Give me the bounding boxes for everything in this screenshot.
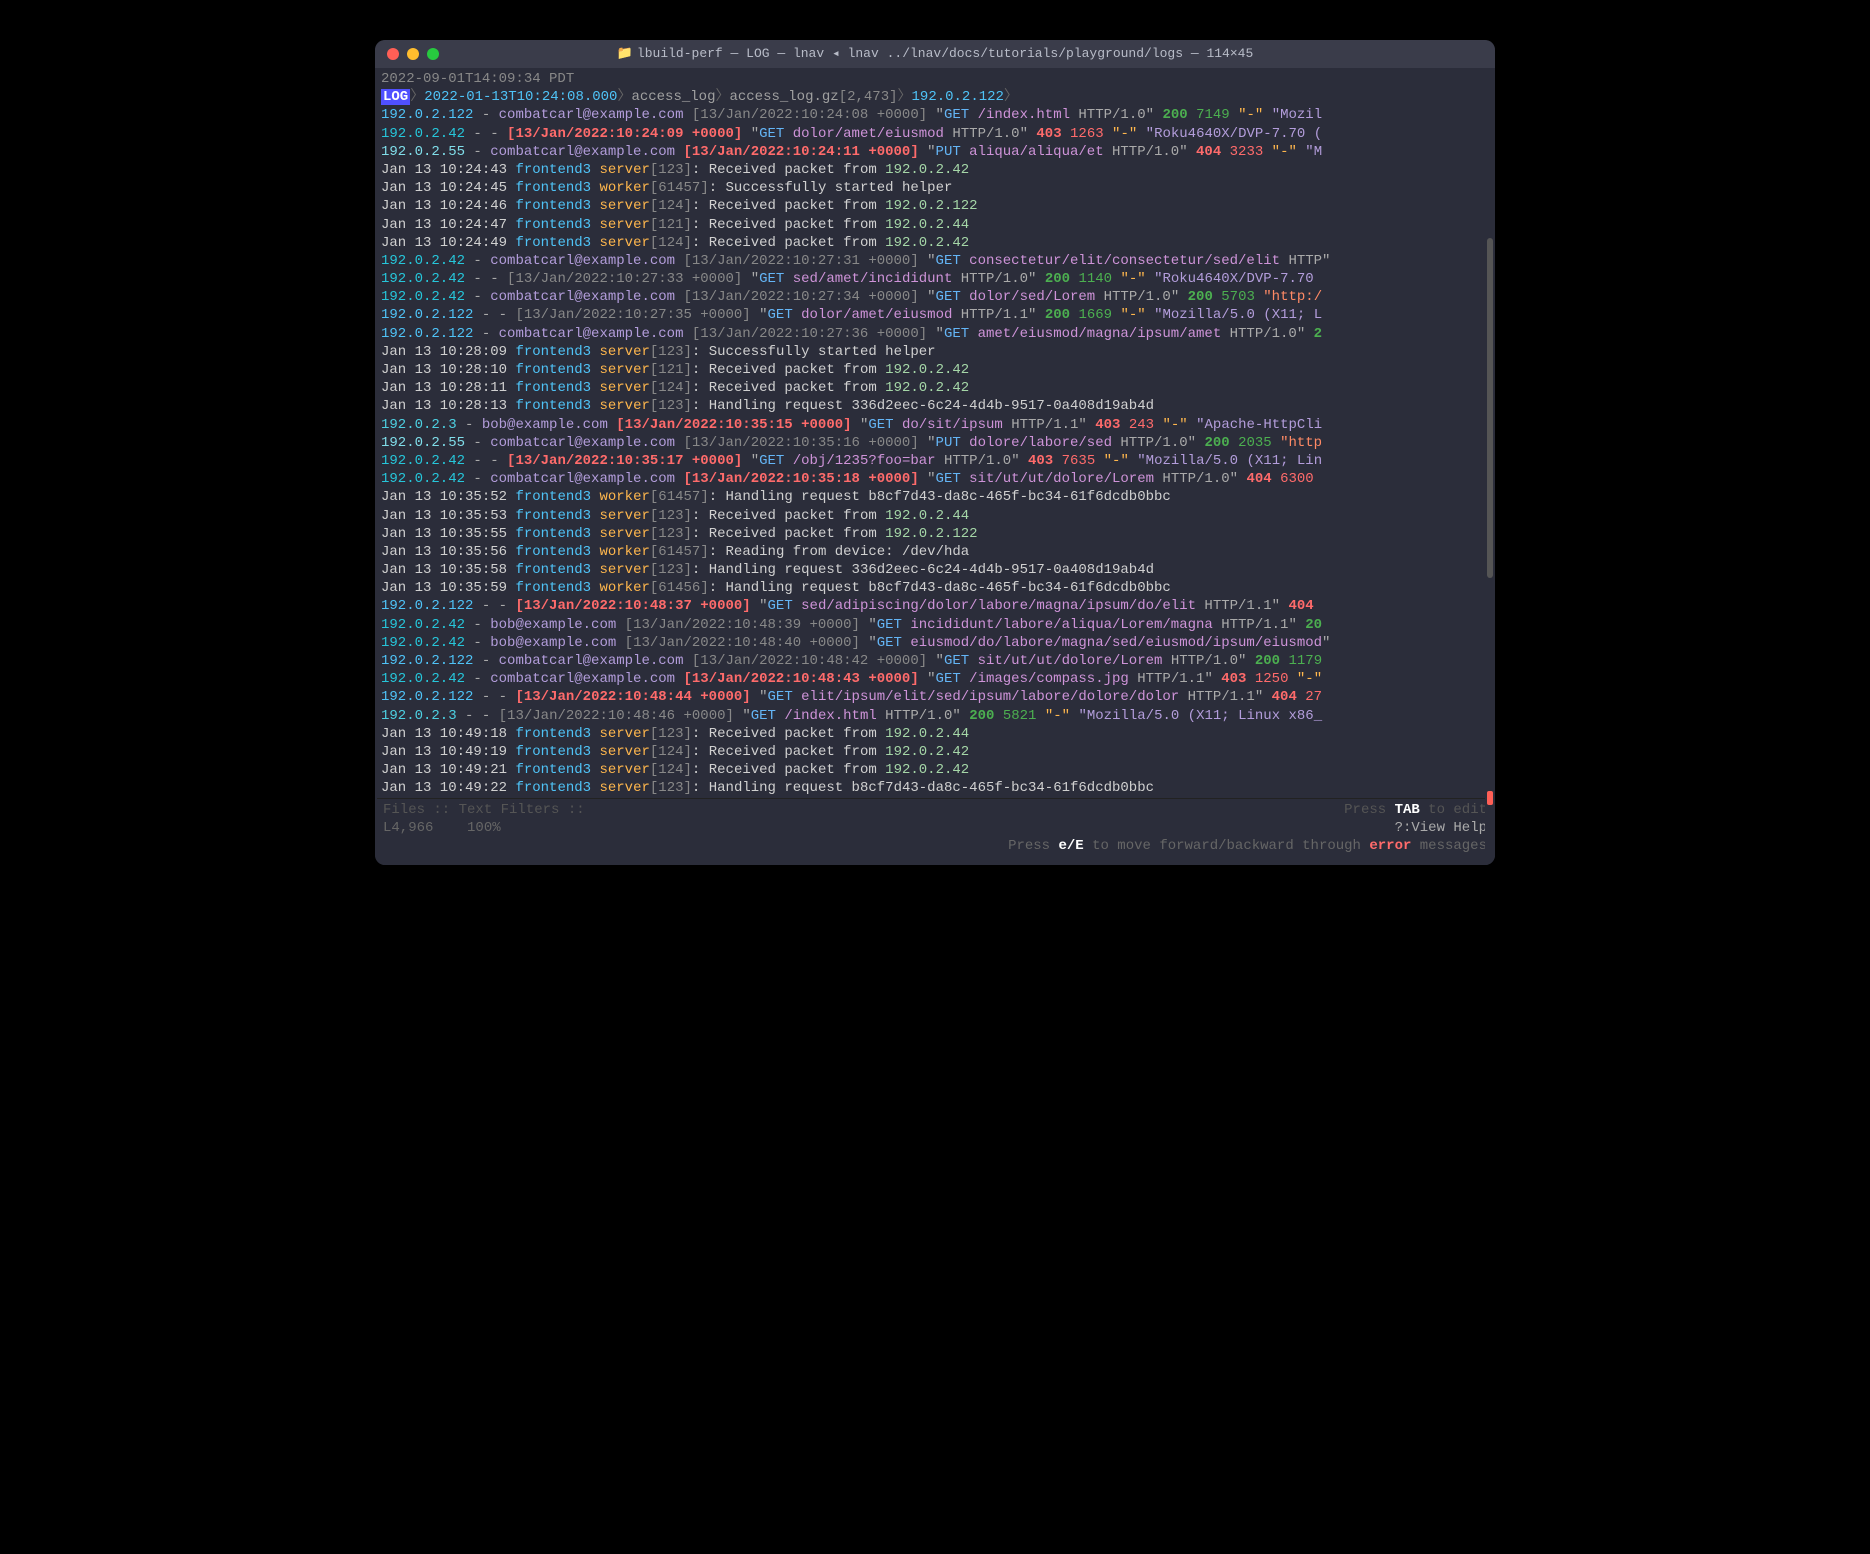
log-line[interactable]: 192.0.2.3 - - [13/Jan/2022:10:48:46 +000… [377, 707, 1493, 725]
log-line[interactable]: Jan 13 10:49:19 frontend3 server[124]: R… [377, 743, 1493, 761]
log-line[interactable]: Jan 13 10:35:59 frontend3 worker[61456]:… [377, 579, 1493, 597]
log-line[interactable]: 192.0.2.122 - combatcarl@example.com [13… [377, 325, 1493, 343]
log-line[interactable]: 192.0.2.42 - bob@example.com [13/Jan/202… [377, 634, 1493, 652]
log-line[interactable]: Jan 13 10:24:45 frontend3 worker[61457]:… [377, 179, 1493, 197]
error-marker [1487, 791, 1493, 805]
footer: Files :: Text Filters :: Press TAB to ed… [377, 798, 1493, 858]
log-line[interactable]: Jan 13 10:28:11 frontend3 server[124]: R… [377, 379, 1493, 397]
scrollbar-gutter [1485, 68, 1495, 865]
log-line[interactable]: Jan 13 10:28:09 frontend3 server[123]: S… [377, 343, 1493, 361]
traffic-lights [387, 48, 439, 60]
help-hint: ?:View Help [1395, 819, 1487, 837]
log-line[interactable]: Jan 13 10:49:21 frontend3 server[124]: R… [377, 761, 1493, 779]
log-viewport[interactable]: 192.0.2.122 - combatcarl@example.com [13… [377, 106, 1493, 797]
log-line[interactable]: 192.0.2.122 - - [13/Jan/2022:10:48:37 +0… [377, 597, 1493, 615]
terminal-body[interactable]: 2022-09-01T14:09:34 PDT LOG〉2022-01-13T1… [375, 68, 1495, 865]
log-line[interactable]: Jan 13 10:24:49 frontend3 server[124]: R… [377, 234, 1493, 252]
log-line[interactable]: Jan 13 10:49:18 frontend3 server[123]: R… [377, 725, 1493, 743]
log-line[interactable]: 192.0.2.55 - combatcarl@example.com [13/… [377, 143, 1493, 161]
log-line[interactable]: 192.0.2.122 - combatcarl@example.com [13… [377, 652, 1493, 670]
scrollbar-thumb[interactable] [1487, 238, 1493, 578]
log-line[interactable]: 192.0.2.55 - combatcarl@example.com [13/… [377, 434, 1493, 452]
log-line[interactable]: 192.0.2.122 - - [13/Jan/2022:10:48:44 +0… [377, 688, 1493, 706]
log-line[interactable]: Jan 13 10:35:58 frontend3 server[123]: H… [377, 561, 1493, 579]
log-line[interactable]: 192.0.2.42 - - [13/Jan/2022:10:27:33 +00… [377, 270, 1493, 288]
log-line[interactable]: 192.0.2.42 - - [13/Jan/2022:10:35:17 +00… [377, 452, 1493, 470]
log-line[interactable]: Jan 13 10:35:55 frontend3 server[123]: R… [377, 525, 1493, 543]
zoom-icon[interactable] [427, 48, 439, 60]
log-line[interactable]: 192.0.2.42 - combatcarl@example.com [13/… [377, 670, 1493, 688]
log-line[interactable]: 192.0.2.42 - - [13/Jan/2022:10:24:09 +00… [377, 125, 1493, 143]
log-line[interactable]: 192.0.2.42 - combatcarl@example.com [13/… [377, 288, 1493, 306]
folder-icon: 📁 [617, 46, 633, 61]
log-line[interactable]: 192.0.2.42 - combatcarl@example.com [13/… [377, 252, 1493, 270]
log-line[interactable]: Jan 13 10:49:22 frontend3 server[123]: H… [377, 779, 1493, 797]
breadcrumb-ts[interactable]: 2022-01-13T10:24:08.000 [424, 89, 617, 105]
filters-label[interactable]: Files :: Text Filters :: [383, 801, 585, 819]
log-line[interactable]: 192.0.2.42 - bob@example.com [13/Jan/202… [377, 616, 1493, 634]
log-line[interactable]: 192.0.2.3 - bob@example.com [13/Jan/2022… [377, 416, 1493, 434]
breadcrumb[interactable]: LOG〉2022-01-13T10:24:08.000〉access_log〉a… [377, 88, 1493, 106]
titlebar[interactable]: 📁lbuild-perf — LOG — lnav ◂ lnav ../lnav… [375, 40, 1495, 68]
breadcrumb-gz[interactable]: access_log.gz [729, 89, 838, 105]
log-line[interactable]: Jan 13 10:35:53 frontend3 server[123]: R… [377, 507, 1493, 525]
header-timestamp: 2022-09-01T14:09:34 PDT [377, 70, 1493, 88]
terminal-window: 📁lbuild-perf — LOG — lnav ◂ lnav ../lnav… [375, 40, 1495, 865]
breadcrumb-log[interactable]: LOG [381, 89, 410, 105]
log-line[interactable]: Jan 13 10:24:43 frontend3 server[123]: R… [377, 161, 1493, 179]
log-line[interactable]: Jan 13 10:24:46 frontend3 server[124]: R… [377, 197, 1493, 215]
log-line[interactable]: Jan 13 10:24:47 frontend3 server[121]: R… [377, 216, 1493, 234]
log-line[interactable]: Jan 13 10:35:56 frontend3 worker[61457]:… [377, 543, 1493, 561]
minimize-icon[interactable] [407, 48, 419, 60]
nav-hint: Press e/E to move forward/backward throu… [1008, 837, 1487, 855]
line-position: L4,966 100% [383, 819, 501, 837]
log-line[interactable]: Jan 13 10:28:10 frontend3 server[121]: R… [377, 361, 1493, 379]
log-line[interactable]: 192.0.2.122 - - [13/Jan/2022:10:27:35 +0… [377, 306, 1493, 324]
log-line[interactable]: Jan 13 10:28:13 frontend3 server[123]: H… [377, 397, 1493, 415]
log-line[interactable]: 192.0.2.122 - combatcarl@example.com [13… [377, 106, 1493, 124]
window-title: 📁lbuild-perf — LOG — lnav ◂ lnav ../lnav… [375, 46, 1495, 63]
breadcrumb-file[interactable]: access_log [631, 89, 715, 105]
breadcrumb-ip[interactable]: 192.0.2.122 [912, 89, 1004, 105]
close-icon[interactable] [387, 48, 399, 60]
tab-hint: Press TAB to edit [1344, 801, 1487, 819]
log-line[interactable]: 192.0.2.42 - combatcarl@example.com [13/… [377, 470, 1493, 488]
log-line[interactable]: Jan 13 10:35:52 frontend3 worker[61457]:… [377, 488, 1493, 506]
